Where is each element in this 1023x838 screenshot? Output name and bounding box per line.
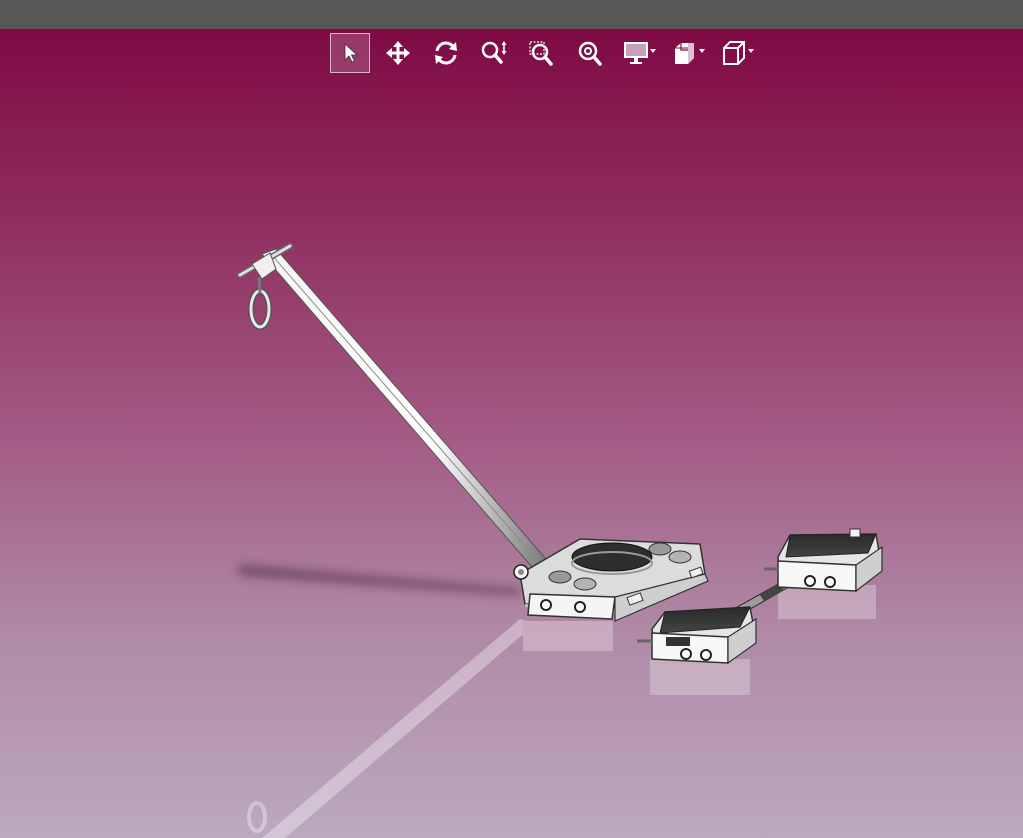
view-toolbar <box>330 33 765 73</box>
zoom-window-icon <box>529 41 553 66</box>
3d-viewport[interactable] <box>0 29 1023 838</box>
zoom-tool-button[interactable] <box>474 33 514 73</box>
handle-shadow <box>238 565 520 595</box>
model-reflection <box>247 585 876 838</box>
zoom-fit-icon <box>578 41 602 66</box>
pan-tool-button[interactable] <box>378 33 418 73</box>
chevron-down-icon <box>748 49 754 53</box>
section-cube-icon <box>675 43 694 64</box>
rotate-icon <box>435 41 457 65</box>
chevron-down-icon <box>650 49 656 53</box>
chevron-down-icon <box>699 49 705 53</box>
model-scene[interactable] <box>0 29 1023 838</box>
title-bar <box>0 0 1023 29</box>
cube-view-icon <box>723 41 745 65</box>
display-mode-dropdown[interactable] <box>618 33 656 73</box>
cad-viewer-app <box>0 0 1023 838</box>
monitor-icon <box>624 42 648 64</box>
rear-skate-front[interactable] <box>637 606 757 665</box>
cursor-arrow-icon <box>344 43 359 63</box>
section-dropdown[interactable] <box>667 33 705 73</box>
rear-skate-back[interactable] <box>764 528 883 593</box>
zoom-fit-tool-button[interactable] <box>570 33 610 73</box>
main-skate[interactable] <box>513 538 709 622</box>
select-tool-button[interactable] <box>330 33 370 73</box>
view-orientation-dropdown[interactable] <box>716 33 754 73</box>
move-arrows-icon <box>386 41 410 65</box>
zoom-icon <box>481 41 507 64</box>
rotate-tool-button[interactable] <box>426 33 466 73</box>
zoom-window-tool-button[interactable] <box>522 33 562 73</box>
tow-handle[interactable] <box>237 243 547 568</box>
